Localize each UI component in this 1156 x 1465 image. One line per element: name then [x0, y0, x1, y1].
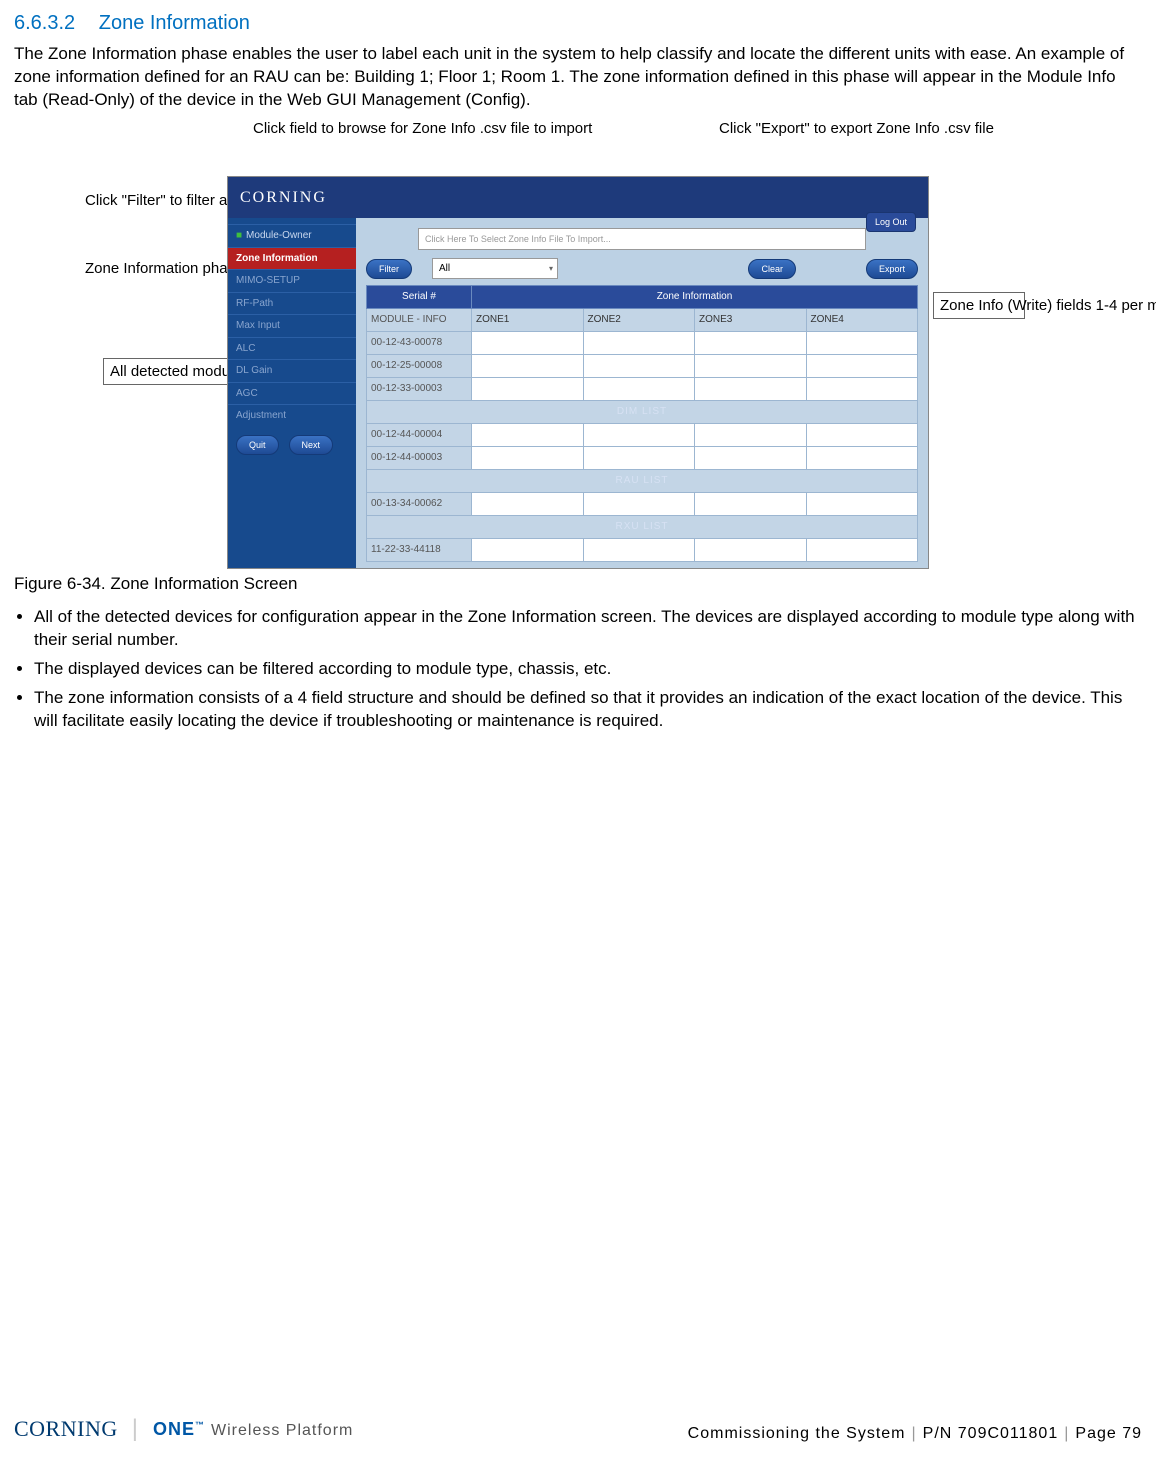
footer-brand-corning: CORNING	[14, 1414, 118, 1444]
callout-filter: Click "Filter" to filter according to se…	[85, 192, 225, 209]
table-row: MODULE - INFOZONE1ZONE2ZONE3ZONE4	[367, 308, 918, 331]
zone-table: Serial # Zone Information MODULE - INFOZ…	[366, 285, 918, 562]
app-header: CORNING Log Out	[228, 177, 928, 219]
sidebar-item[interactable]: Adjustment	[228, 404, 356, 427]
zone-cell[interactable]	[583, 377, 695, 400]
bullet-list: All of the detected devices for configur…	[14, 606, 1142, 733]
zone-cell[interactable]	[583, 423, 695, 446]
zone-cell[interactable]	[806, 492, 918, 515]
zone-cell[interactable]	[806, 377, 918, 400]
sidebar-item[interactable]: Zone Information	[228, 247, 356, 270]
zone-cell[interactable]	[472, 423, 584, 446]
sidebar-item[interactable]: ALC	[228, 337, 356, 360]
serial-cell: 00-12-43-00078	[367, 331, 472, 354]
clear-button[interactable]: Clear	[748, 259, 796, 279]
export-button[interactable]: Export	[866, 259, 918, 279]
section-title: Zone Information	[99, 12, 250, 34]
serial-cell: 00-13-34-00062	[367, 492, 472, 515]
next-button[interactable]: Next	[289, 435, 334, 455]
table-row: 00-12-33-00003	[367, 377, 918, 400]
intro-paragraph: The Zone Information phase enables the u…	[14, 43, 1142, 112]
serial-cell: 11-22-33-44118	[367, 538, 472, 561]
app-brand: CORNING	[240, 189, 327, 206]
zone-cell: ZONE2	[583, 308, 695, 331]
section-number: 6.6.3.2	[14, 12, 75, 34]
zone-cell[interactable]	[472, 354, 584, 377]
main-panel: Click Here To Select Zone Info File To I…	[356, 218, 928, 568]
zone-cell[interactable]	[695, 331, 807, 354]
sidebar-item[interactable]: Module-Owner	[228, 224, 356, 247]
serial-cell: 00-12-44-00003	[367, 446, 472, 469]
zone-cell[interactable]	[583, 354, 695, 377]
bullet-item: The zone information consists of a 4 fie…	[34, 687, 1142, 733]
logout-button[interactable]: Log Out	[866, 212, 916, 232]
filter-select[interactable]: All	[432, 258, 558, 279]
zone-cell[interactable]	[583, 492, 695, 515]
zone-cell: ZONE1	[472, 308, 584, 331]
sidebar-item[interactable]: AGC	[228, 382, 356, 405]
zone-cell[interactable]	[806, 331, 918, 354]
sidebar-item[interactable]: RF-Path	[228, 292, 356, 315]
filter-button[interactable]: Filter	[366, 259, 412, 279]
table-row: 00-12-44-00004	[367, 423, 918, 446]
zone-cell[interactable]	[472, 331, 584, 354]
quit-button[interactable]: Quit	[236, 435, 279, 455]
figure-caption: Figure 6-34. Zone Information Screen	[14, 573, 1142, 596]
footer-brand-one: ONE™ Wireless Platform	[153, 1417, 353, 1442]
callout-import: Click field to browse for Zone Info .csv…	[253, 120, 433, 137]
callout-zone-fields: Zone Info (Write) fields 1-4 per module	[933, 292, 1025, 319]
serial-cell: 00-12-33-00003	[367, 377, 472, 400]
zone-cell[interactable]	[695, 377, 807, 400]
zone-cell[interactable]	[472, 492, 584, 515]
band-rau: RAU LIST	[367, 469, 918, 492]
zone-cell[interactable]	[806, 423, 918, 446]
zone-cell[interactable]	[695, 423, 807, 446]
table-row: 00-12-43-00078	[367, 331, 918, 354]
zone-cell[interactable]	[472, 538, 584, 561]
table-row: 00-13-34-00062	[367, 492, 918, 515]
zone-cell[interactable]	[583, 446, 695, 469]
zone-cell[interactable]	[695, 354, 807, 377]
callout-modules: All detected modules are displayed with …	[103, 358, 229, 385]
bullet-item: The displayed devices can be filtered ac…	[34, 658, 1142, 681]
serial-cell: MODULE - INFO	[367, 308, 472, 331]
zone-cell[interactable]	[472, 446, 584, 469]
zone-cell[interactable]	[806, 538, 918, 561]
figure-layer: Click field to browse for Zone Info .csv…	[227, 122, 929, 569]
col-zone-info: Zone Information	[472, 286, 918, 309]
callout-export: Click "Export" to export Zone Info .csv …	[719, 120, 869, 137]
band-rxu: RXU LIST	[367, 515, 918, 538]
zone-cell: ZONE3	[695, 308, 807, 331]
zone-cell[interactable]	[695, 492, 807, 515]
zone-cell[interactable]	[695, 446, 807, 469]
figure: Click field to browse for Zone Info .csv…	[14, 122, 1142, 569]
sidebar-item[interactable]: DL Gain	[228, 359, 356, 382]
table-row: 00-12-44-00003	[367, 446, 918, 469]
page-footer: CORNING | ONE™ Wireless Platform Commiss…	[14, 1413, 1142, 1445]
table-row: 11-22-33-44118	[367, 538, 918, 561]
serial-cell: 00-12-44-00004	[367, 423, 472, 446]
zone-cell[interactable]	[583, 538, 695, 561]
footer-right: Commissioning the System|P/N 709C011801|…	[688, 1423, 1142, 1445]
sidebar: Module-OwnerZone InformationMIMO-SETUPRF…	[228, 218, 356, 568]
callout-phase: Zone Information phase	[85, 260, 225, 277]
zone-cell[interactable]	[583, 331, 695, 354]
zone-cell[interactable]	[695, 538, 807, 561]
serial-cell: 00-12-25-00008	[367, 354, 472, 377]
sidebar-item[interactable]: Max Input	[228, 314, 356, 337]
zone-cell: ZONE4	[806, 308, 918, 331]
col-serial: Serial #	[367, 286, 472, 309]
zone-cell[interactable]	[472, 377, 584, 400]
sidebar-item[interactable]: MIMO-SETUP	[228, 269, 356, 292]
import-file-field[interactable]: Click Here To Select Zone Info File To I…	[418, 228, 866, 250]
zone-cell[interactable]	[806, 354, 918, 377]
app-window: CORNING Log Out Module-OwnerZone Informa…	[227, 176, 929, 569]
table-row: 00-12-25-00008	[367, 354, 918, 377]
section-heading: 6.6.3.2 Zone Information	[14, 10, 1142, 37]
bullet-item: All of the detected devices for configur…	[34, 606, 1142, 652]
zone-cell[interactable]	[806, 446, 918, 469]
band-dim: DIM LIST	[367, 400, 918, 423]
